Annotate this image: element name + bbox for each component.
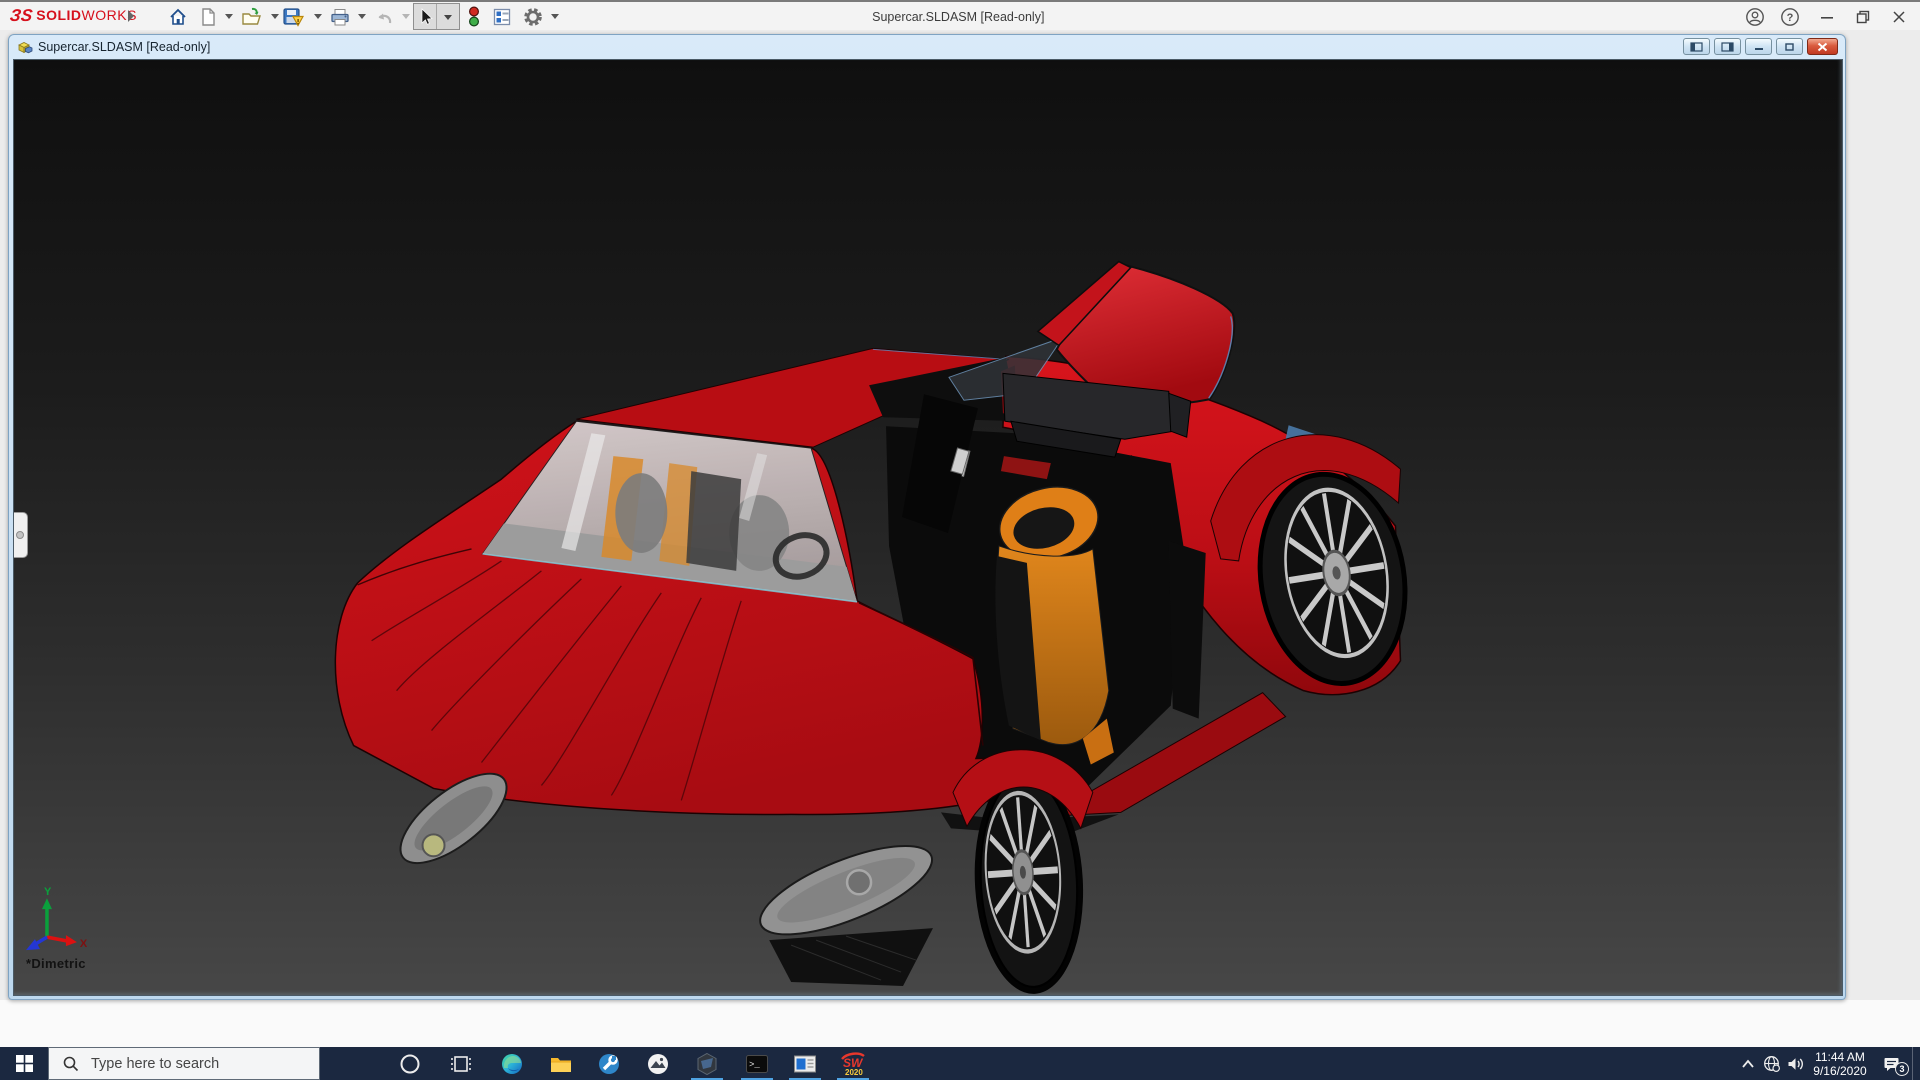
search-placeholder: Type here to search bbox=[91, 1056, 219, 1072]
undo-dropdown bbox=[402, 14, 410, 19]
view-orientation-label: *Dimetric bbox=[26, 956, 86, 971]
solidworks-logo: ЗS SOLIDWORKS bbox=[10, 6, 137, 26]
help-icon[interactable]: ? bbox=[1773, 3, 1807, 31]
triad-x-label: X bbox=[80, 938, 88, 950]
undo-icon bbox=[373, 5, 397, 29]
chevron-up-icon bbox=[1741, 1058, 1755, 1070]
photos-icon bbox=[646, 1052, 670, 1076]
taskbar-item-task-view[interactable] bbox=[437, 1047, 485, 1080]
taskbar-item-solidworks-2020[interactable]: SW 2020 bbox=[829, 1047, 877, 1080]
open-file-icon[interactable] bbox=[240, 5, 264, 29]
taskbar-item-photos[interactable] bbox=[634, 1047, 682, 1080]
cmd-prompt-glyph: >_ bbox=[749, 1060, 760, 1070]
minimize-button[interactable] bbox=[1810, 3, 1844, 31]
cortana-icon bbox=[399, 1053, 421, 1075]
taskbar-item-edge[interactable] bbox=[488, 1047, 536, 1080]
taskbar-item-cortana[interactable] bbox=[386, 1047, 434, 1080]
car-model[interactable] bbox=[335, 262, 1422, 995]
new-document-icon[interactable] bbox=[196, 5, 220, 29]
viewport-3d-model[interactable]: Y X bbox=[14, 60, 1842, 995]
wrench-circle-icon bbox=[597, 1052, 621, 1076]
action-center-button[interactable]: 3 bbox=[1872, 1047, 1912, 1080]
app-bottom-strip bbox=[0, 1000, 1920, 1047]
assembly-document-icon bbox=[16, 39, 33, 55]
triad-y-label: Y bbox=[44, 886, 52, 898]
menu-flyout-arrow-icon[interactable] bbox=[128, 10, 134, 22]
account-icon[interactable] bbox=[1738, 3, 1772, 31]
windows-taskbar: Type here to search bbox=[0, 1047, 1920, 1080]
taskbar-search-input[interactable]: Type here to search bbox=[48, 1047, 320, 1080]
doc-restore-button[interactable] bbox=[1776, 38, 1803, 55]
blue-window-app-icon bbox=[793, 1054, 817, 1074]
open-file-dropdown[interactable] bbox=[271, 14, 279, 19]
home-icon[interactable] bbox=[166, 5, 190, 29]
doc-next-window-button[interactable] bbox=[1714, 38, 1741, 55]
app-titlebar: ЗS SOLIDWORKS bbox=[0, 0, 1920, 30]
notification-count-badge: 3 bbox=[1895, 1062, 1909, 1076]
taskbar-item-remote-window[interactable] bbox=[781, 1047, 829, 1080]
tray-hidden-icons-chevron[interactable] bbox=[1736, 1047, 1760, 1080]
new-document-dropdown[interactable] bbox=[225, 14, 233, 19]
globe-no-internet-icon bbox=[1763, 1055, 1781, 1073]
solidworks-logo-glyph: ЗS bbox=[9, 6, 34, 26]
graphics-viewport[interactable]: Y X *Dimetric bbox=[13, 59, 1843, 996]
document-title: Supercar.SLDASM [Read-only] bbox=[38, 40, 210, 54]
solidworks-2020-icon: SW 2020 bbox=[839, 1051, 867, 1077]
doc-close-button[interactable] bbox=[1807, 38, 1838, 55]
save-dropdown[interactable] bbox=[314, 14, 322, 19]
orientation-triad[interactable]: Y X bbox=[26, 886, 88, 950]
sw-icon-year: 2020 bbox=[845, 1068, 863, 1077]
tray-date: 9/16/2020 bbox=[1808, 1064, 1872, 1078]
select-cursor-icon[interactable] bbox=[414, 4, 436, 29]
select-tool-dropdown[interactable] bbox=[437, 4, 459, 29]
feature-manager-flyout-tab[interactable] bbox=[13, 512, 28, 558]
doc-minimize-button[interactable] bbox=[1745, 38, 1772, 55]
task-view-icon bbox=[450, 1054, 472, 1074]
search-icon bbox=[63, 1056, 79, 1072]
taskbar-item-3d-platform[interactable] bbox=[683, 1047, 731, 1080]
file-explorer-icon bbox=[549, 1054, 573, 1074]
doc-previous-window-button[interactable] bbox=[1683, 38, 1710, 55]
options-dropdown[interactable] bbox=[551, 14, 559, 19]
rebuild-traffic-light-icon[interactable] bbox=[462, 5, 486, 29]
app-window-title: Supercar.SLDASM [Read-only] bbox=[872, 2, 1044, 32]
close-button[interactable] bbox=[1882, 3, 1916, 31]
options-gear-icon[interactable] bbox=[521, 5, 545, 29]
document-titlebar[interactable]: Supercar.SLDASM [Read-only] bbox=[9, 35, 1845, 59]
tray-clock[interactable]: 11:44 AM 9/16/2020 bbox=[1808, 1050, 1872, 1078]
document-window: Supercar.SLDASM [Read-only] bbox=[8, 34, 1846, 1000]
edge-icon bbox=[500, 1052, 524, 1076]
taskbar-item-admin-wrench[interactable] bbox=[585, 1047, 633, 1080]
show-desktop-button[interactable] bbox=[1912, 1047, 1920, 1080]
print-icon[interactable] bbox=[328, 5, 352, 29]
windows-logo-icon bbox=[16, 1055, 33, 1072]
command-prompt-icon: >_ bbox=[745, 1054, 769, 1074]
flyout-tab-handle bbox=[16, 531, 24, 539]
print-dropdown[interactable] bbox=[358, 14, 366, 19]
save-icon[interactable] bbox=[281, 5, 305, 29]
help-glyph: ? bbox=[1787, 12, 1794, 24]
taskbar-item-command-prompt[interactable]: >_ bbox=[733, 1047, 781, 1080]
start-button[interactable] bbox=[0, 1047, 48, 1080]
brand-text-bold: SOLID bbox=[36, 7, 81, 23]
speaker-icon bbox=[1787, 1056, 1805, 1072]
tray-volume[interactable] bbox=[1784, 1047, 1808, 1080]
task-pane-form-icon[interactable] bbox=[490, 5, 514, 29]
tray-network-globe[interactable] bbox=[1760, 1047, 1784, 1080]
tray-time: 11:44 AM bbox=[1808, 1050, 1872, 1064]
hexagon-app-icon bbox=[695, 1052, 719, 1076]
taskbar-item-file-explorer[interactable] bbox=[537, 1047, 585, 1080]
select-tool-button[interactable] bbox=[413, 3, 460, 30]
restore-button[interactable] bbox=[1846, 3, 1880, 31]
